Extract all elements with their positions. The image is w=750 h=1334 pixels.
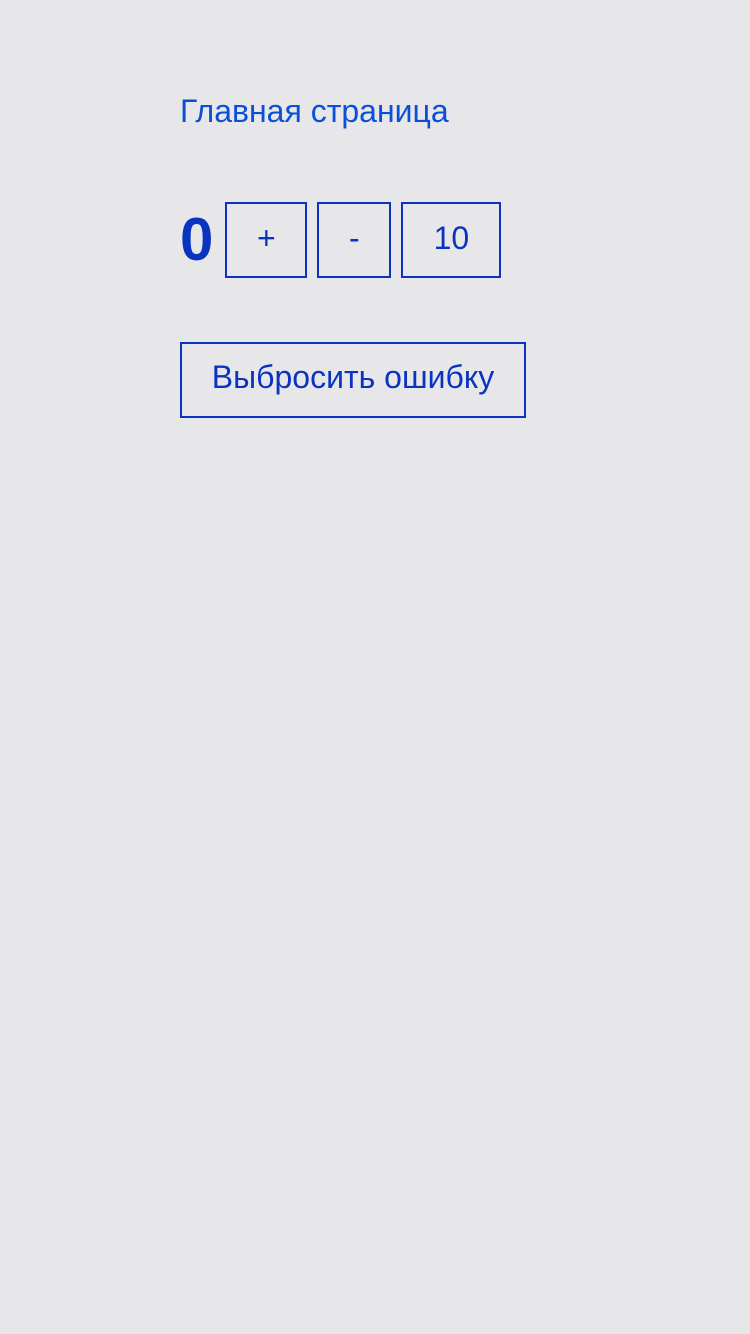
home-page-link[interactable]: Главная страница [180,92,449,130]
page: Главная страница 0 + - 10 Выбросить ошиб… [0,0,750,1334]
decrement-button[interactable]: - [317,202,392,278]
increment-button[interactable]: + [225,202,308,278]
counter-row: 0 + - 10 [180,202,511,278]
add-ten-button[interactable]: 10 [401,202,502,278]
counter-value: 0 [180,206,214,273]
throw-error-button[interactable]: Выбросить ошибку [180,342,526,418]
